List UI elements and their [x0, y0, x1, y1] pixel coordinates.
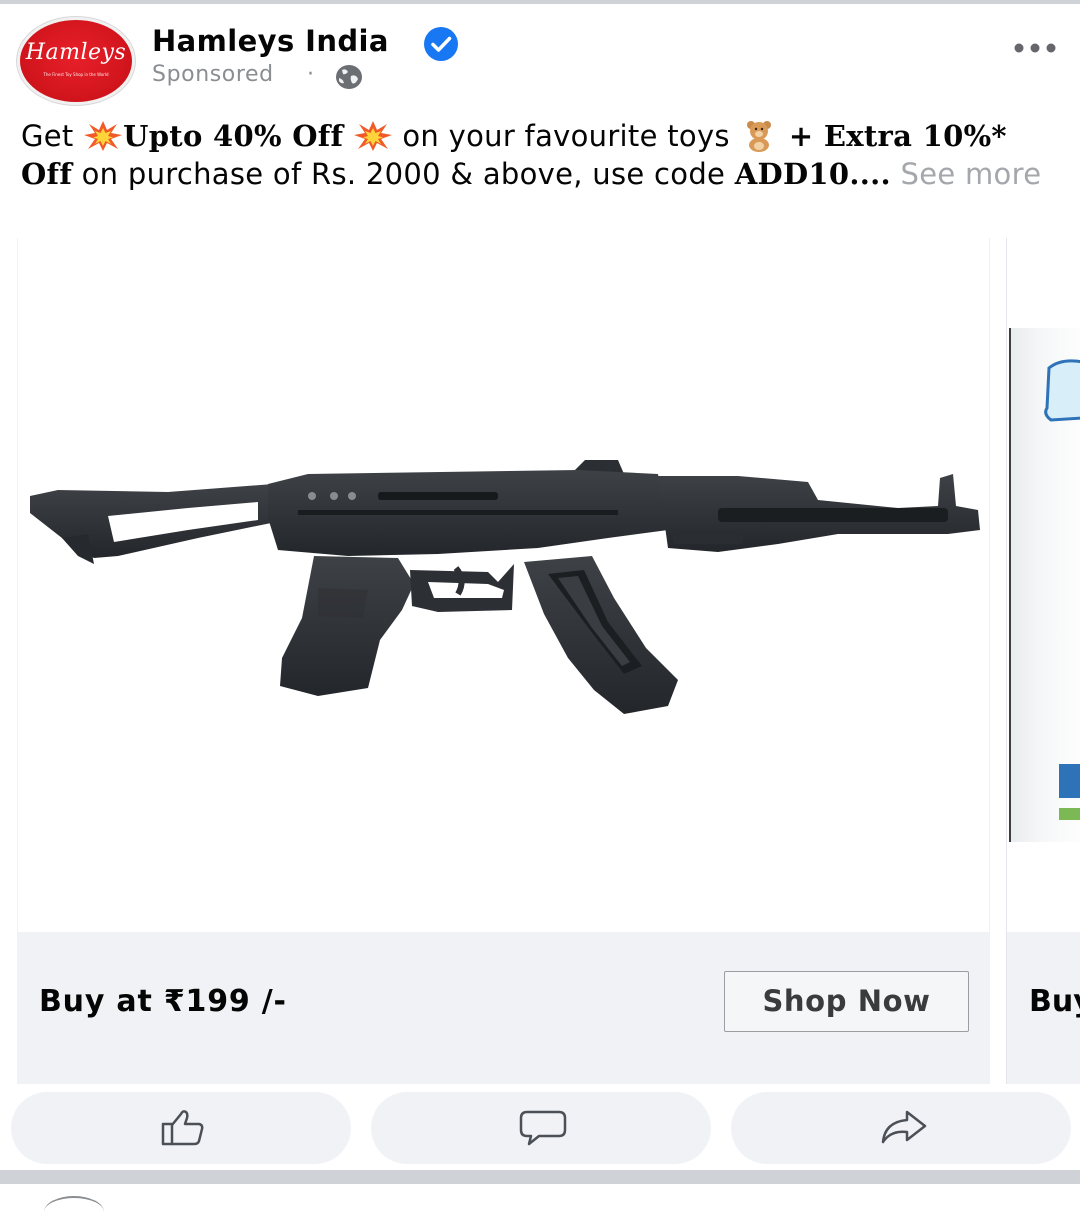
teddy-bear-emoji-icon	[747, 121, 772, 152]
verified-badge-icon	[424, 27, 458, 61]
avatar-tagline: The Finest Toy Shop in the World	[43, 72, 109, 77]
sponsored-post: Hamleys The Finest Toy Shop in the World…	[0, 4, 1080, 1174]
next-product-image[interactable]	[1009, 328, 1080, 842]
caption-get: Get	[21, 119, 84, 153]
toy-gun-image	[30, 460, 980, 714]
share-button[interactable]	[731, 1092, 1071, 1164]
post-caption: Get Upto 40% Off on your favourite toys …	[21, 117, 1061, 193]
more-options-icon[interactable]	[1010, 38, 1060, 58]
post-divider	[0, 1170, 1080, 1184]
avatar-logo-text: Hamleys	[25, 40, 127, 65]
like-button[interactable]	[11, 1092, 351, 1164]
page-name[interactable]: Hamleys India	[152, 24, 389, 58]
post-actions	[0, 1084, 1080, 1174]
next-card-footer: Buy	[1007, 932, 1080, 1084]
page-avatar[interactable]: Hamleys The Finest Toy Shop in the World	[20, 20, 132, 102]
meta-separator: ·	[307, 62, 314, 87]
see-more-link[interactable]: See more	[901, 157, 1042, 191]
carousel-card[interactable]: Buy at ₹199 /- Shop Now	[17, 238, 990, 1084]
globe-icon[interactable]	[334, 64, 364, 90]
caption-middle: on your favourite toys	[392, 119, 740, 153]
sponsored-label[interactable]: Sponsored	[152, 62, 274, 87]
next-product-box-image	[1044, 359, 1080, 820]
caption-offer: Upto 40% Off	[123, 119, 344, 153]
collision-emoji-icon	[84, 121, 123, 151]
collision-emoji-icon	[353, 121, 392, 151]
share-icon	[881, 1110, 927, 1144]
shop-now-button[interactable]: Shop Now	[724, 971, 969, 1032]
caption-code: ADD10....	[734, 157, 891, 191]
next-post-avatar	[44, 1196, 104, 1228]
comment-icon	[519, 1110, 567, 1146]
carousel-card-next[interactable]: Buy	[1006, 238, 1080, 1084]
comment-button[interactable]	[371, 1092, 711, 1164]
caption-condition: on purchase of Rs. 2000 & above, use cod…	[72, 157, 735, 191]
like-icon	[161, 1110, 204, 1146]
card-footer: Buy at ₹199 /- Shop Now	[17, 932, 990, 1084]
card-title[interactable]: Buy at ₹199 /-	[39, 984, 287, 1019]
next-post-peek	[0, 1184, 1080, 1200]
product-image[interactable]	[17, 238, 990, 932]
next-card-title[interactable]: Buy	[1029, 984, 1080, 1019]
